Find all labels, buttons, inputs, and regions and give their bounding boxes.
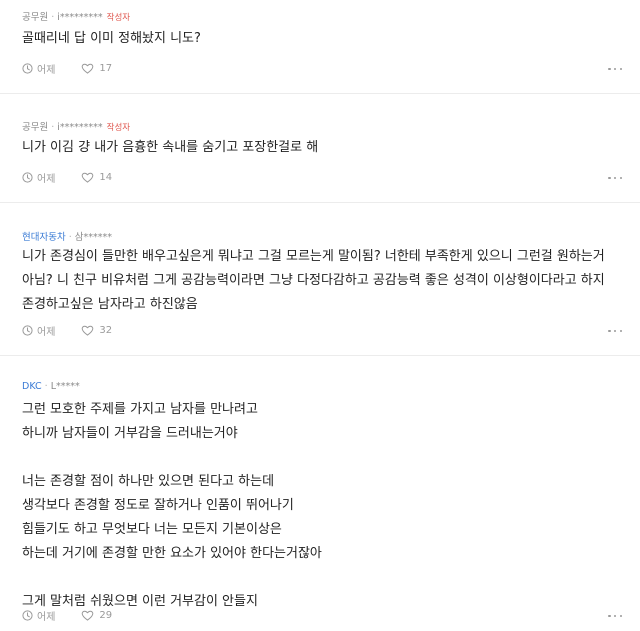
more-options-button[interactable] [608, 173, 622, 183]
comment-text: 니가 이김 걍 내가 음흉한 속내를 숨기고 포장한걸로 해 [22, 140, 319, 155]
more-icon [613, 176, 617, 180]
company-name[interactable]: 공무원 [22, 122, 48, 133]
comment-text: 골때리네 답 이미 정해놨지 니도? [22, 31, 201, 46]
heart-icon [82, 325, 94, 336]
like-button[interactable]: 29 [81, 610, 112, 621]
comment-footer: 어제 29 [22, 607, 112, 623]
company-name[interactable]: DKC [22, 381, 42, 392]
like-count: 17 [99, 62, 113, 74]
author-badge: 작성자 [106, 123, 131, 133]
comment-meta: 현대자동차 · 삼****** [22, 229, 112, 243]
more-icon [619, 614, 622, 618]
like-count: 14 [99, 171, 113, 183]
company-name[interactable]: 현대자동차 [22, 232, 66, 243]
heart-icon [82, 63, 94, 74]
comment-meta: 공무원 · i********* 작성자 [22, 9, 130, 23]
more-icon [613, 614, 617, 618]
timestamp: 어제 [22, 608, 55, 623]
like-button[interactable]: 17 [81, 63, 112, 74]
more-options-button[interactable] [608, 64, 622, 74]
comment-meta: 공무원 · i********* 작성자 [22, 119, 130, 133]
comment-footer: 어제 14 [22, 169, 112, 185]
time-label: 어제 [37, 326, 56, 338]
divider [0, 355, 640, 356]
time-label: 어제 [37, 173, 56, 185]
timestamp: 어제 [22, 61, 55, 76]
time-label: 어제 [37, 64, 56, 76]
divider [0, 202, 640, 203]
comment-footer: 어제 17 [22, 60, 112, 76]
separator: · [51, 12, 55, 23]
more-icon [608, 329, 611, 333]
clock-icon [22, 62, 33, 74]
more-icon [619, 67, 622, 71]
heart-icon [82, 172, 94, 183]
like-button[interactable]: 14 [81, 172, 112, 183]
heart-icon [82, 610, 94, 621]
timestamp: 어제 [22, 170, 55, 185]
clock-icon [22, 609, 33, 621]
comment-footer: 어제 32 [22, 322, 112, 338]
author-name: i********* [57, 12, 103, 23]
separator: · [44, 381, 48, 392]
separator: · [68, 232, 72, 243]
divider [0, 93, 640, 94]
comment-text: 그런 모호한 주제를 가지고 남자를 만나려고 하니까 남자들이 거부감을 드러… [22, 402, 322, 609]
more-icon [608, 67, 611, 71]
company-name[interactable]: 공무원 [22, 12, 48, 23]
more-options-button[interactable] [608, 611, 622, 621]
author-badge: 작성자 [106, 13, 131, 23]
time-label: 어제 [37, 611, 56, 623]
comment-text: 니가 존경심이 들만한 배우고싶은게 뭐냐고 그걸 모르는게 말이됨? 너한테 … [22, 249, 605, 312]
more-icon [619, 176, 622, 180]
author-name: L***** [50, 381, 80, 392]
more-icon [613, 67, 617, 71]
clock-icon [22, 171, 33, 183]
more-options-button[interactable] [608, 326, 622, 336]
more-icon [619, 329, 622, 333]
more-icon [613, 329, 617, 333]
like-count: 32 [99, 324, 113, 336]
comment-meta: DKC · L***** [22, 381, 80, 392]
author-name: i********* [57, 122, 103, 133]
author-name: 삼****** [74, 232, 112, 243]
separator: · [51, 122, 55, 133]
more-icon [608, 614, 611, 618]
more-icon [608, 176, 611, 180]
clock-icon [22, 324, 33, 336]
timestamp: 어제 [22, 323, 55, 338]
like-button[interactable]: 32 [81, 325, 112, 336]
like-count: 29 [99, 609, 113, 621]
